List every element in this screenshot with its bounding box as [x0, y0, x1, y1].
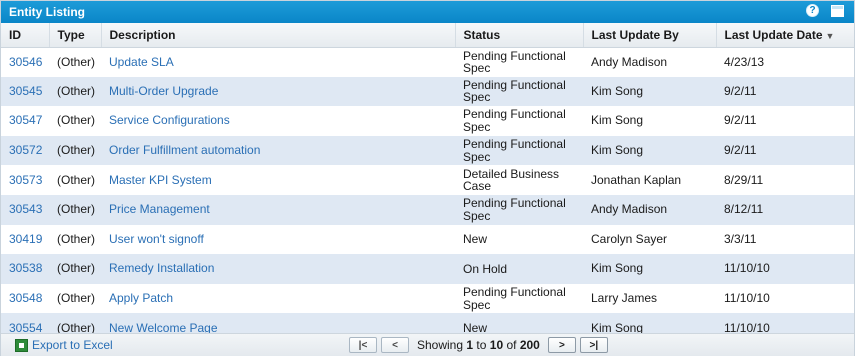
- row-id-link[interactable]: 30419: [1, 224, 49, 255]
- row-id-link[interactable]: 30573: [1, 165, 49, 195]
- titlebar-icons: ?: [806, 4, 844, 17]
- row-status: Pending Functional Spec: [455, 283, 583, 314]
- row-last-update-by: Kim Song: [583, 76, 716, 107]
- row-last-update-by: Andy Madison: [583, 194, 716, 225]
- row-last-update-by: Andy Madison: [583, 47, 716, 77]
- row-description-link[interactable]: Master KPI System: [101, 165, 455, 195]
- range-start: 1: [466, 338, 474, 352]
- showing-label: Showing: [417, 338, 464, 352]
- row-status: New: [455, 224, 583, 255]
- row-id-link[interactable]: 30538: [1, 254, 49, 284]
- previous-page-button[interactable]: <: [381, 337, 409, 353]
- row-description-link[interactable]: Update SLA: [101, 47, 455, 77]
- row-description-link[interactable]: Order Fulfillment automation: [101, 135, 455, 166]
- row-type: (Other): [49, 283, 101, 314]
- export-to-excel-link[interactable]: Export to Excel: [15, 338, 113, 352]
- row-type: (Other): [49, 224, 101, 255]
- row-type: (Other): [49, 194, 101, 225]
- column-header-last-update-date[interactable]: Last Update Date ▼: [716, 23, 854, 48]
- row-type: (Other): [49, 76, 101, 107]
- row-description-link[interactable]: Remedy Installation: [101, 254, 455, 284]
- row-status: Pending Functional Spec: [455, 135, 583, 166]
- row-last-update-by: Carolyn Sayer: [583, 224, 716, 255]
- export-label: Export to Excel: [32, 338, 113, 352]
- pagination: |< < Showing 1 to 10 of 200 > >|: [349, 337, 608, 353]
- row-type: (Other): [49, 47, 101, 77]
- row-type: (Other): [49, 254, 101, 284]
- excel-icon: [15, 338, 28, 352]
- row-last-update-date: 11/10/10: [716, 254, 854, 284]
- row-id-link[interactable]: 30546: [1, 47, 49, 77]
- row-last-update-by: Larry James: [583, 283, 716, 314]
- total-count: 200: [519, 338, 540, 352]
- table-row[interactable]: 30573 (Other) Master KPI System Detailed Bu…: [1, 165, 854, 195]
- entity-table: ID Type Description Status Last Update B…: [1, 23, 854, 343]
- first-page-button[interactable]: |<: [349, 337, 377, 353]
- row-status: Pending Functional Spec: [455, 106, 583, 136]
- row-last-update-by: Kim Song: [583, 254, 716, 284]
- row-last-update-date: 8/29/11: [716, 165, 854, 195]
- row-description-link[interactable]: Service Configurations: [101, 106, 455, 136]
- column-header-type[interactable]: Type: [49, 23, 102, 48]
- row-last-update-date: 9/2/11: [716, 135, 854, 166]
- table-header-row: ID Type Description Status Last Update B…: [1, 23, 854, 48]
- page-info: Showing 1 to 10 of 200: [417, 338, 540, 352]
- row-last-update-by: Kim Song: [583, 106, 716, 136]
- row-type: (Other): [49, 106, 101, 136]
- of-label: of: [506, 338, 517, 352]
- row-last-update-date: 3/3/11: [716, 224, 854, 255]
- next-page-button[interactable]: >: [547, 337, 576, 353]
- row-last-update-date: 9/2/11: [716, 76, 854, 107]
- row-last-update-date: 11/10/10: [716, 283, 854, 314]
- row-description-link[interactable]: Price Management: [101, 194, 455, 225]
- maximize-icon[interactable]: [831, 4, 844, 17]
- row-description-link[interactable]: Multi-Order Upgrade: [101, 76, 455, 107]
- row-description-link[interactable]: Apply Patch: [101, 283, 455, 314]
- table-row[interactable]: 30545 (Other) Multi-Order Upgrade Pending F…: [1, 76, 854, 107]
- column-header-status[interactable]: Status: [455, 23, 584, 48]
- row-type: (Other): [49, 165, 101, 195]
- row-id-link[interactable]: 30545: [1, 76, 49, 107]
- column-header-last-update-by[interactable]: Last Update By: [583, 23, 717, 48]
- row-last-update-by: Kim Song: [583, 135, 716, 166]
- table-row[interactable]: 30538 (Other) Remedy Installation On Hold Ki…: [1, 254, 854, 284]
- table-row[interactable]: 30548 (Other) Apply Patch Pending Functiona…: [1, 283, 854, 314]
- row-last-update-date: 9/2/11: [716, 106, 854, 136]
- to-label: to: [476, 338, 487, 352]
- row-status: Detailed Business Case: [455, 165, 583, 195]
- column-header-description[interactable]: Description: [101, 23, 456, 48]
- row-last-update-by: Jonathan Kaplan: [583, 165, 716, 195]
- table-row[interactable]: 30419 (Other) User won't signoff New Carolyn…: [1, 224, 854, 255]
- row-id-link[interactable]: 30548: [1, 283, 49, 314]
- row-status: Pending Functional Spec: [455, 47, 583, 77]
- row-id-link[interactable]: 30547: [1, 106, 49, 136]
- range-end: 10: [489, 338, 504, 352]
- entity-listing-panel: Entity Listing ? ID Type Description Sta…: [0, 0, 855, 356]
- row-status: On Hold: [455, 254, 583, 284]
- row-id-link[interactable]: 30572: [1, 135, 49, 166]
- table-row[interactable]: 30543 (Other) Price Management Pending Func…: [1, 194, 854, 225]
- row-status: Pending Functional Spec: [455, 76, 583, 107]
- row-last-update-date: 4/23/13: [716, 47, 854, 77]
- table-footer: Export to Excel |< < Showing 1 to 10 of …: [1, 333, 854, 356]
- table-row[interactable]: 30572 (Other) Order Fulfillment automation…: [1, 135, 854, 166]
- help-icon[interactable]: ?: [806, 4, 819, 17]
- panel-titlebar: Entity Listing ?: [1, 1, 854, 23]
- row-id-link[interactable]: 30543: [1, 194, 49, 225]
- panel-title: Entity Listing: [9, 5, 85, 19]
- column-header-id[interactable]: ID: [1, 23, 50, 48]
- row-status: Pending Functional Spec: [455, 194, 583, 225]
- row-description-link[interactable]: User won't signoff: [101, 224, 455, 255]
- sort-descending-icon: ▼: [825, 30, 835, 41]
- column-header-last-update-date-label: Last Update Date: [724, 27, 823, 42]
- row-last-update-date: 8/12/11: [716, 194, 854, 225]
- table-row[interactable]: 30546 (Other) Update SLA Pending Functional…: [1, 47, 854, 77]
- row-type: (Other): [49, 135, 101, 166]
- last-page-button[interactable]: >|: [579, 337, 608, 353]
- table-row[interactable]: 30547 (Other) Service Configurations Pendin…: [1, 106, 854, 136]
